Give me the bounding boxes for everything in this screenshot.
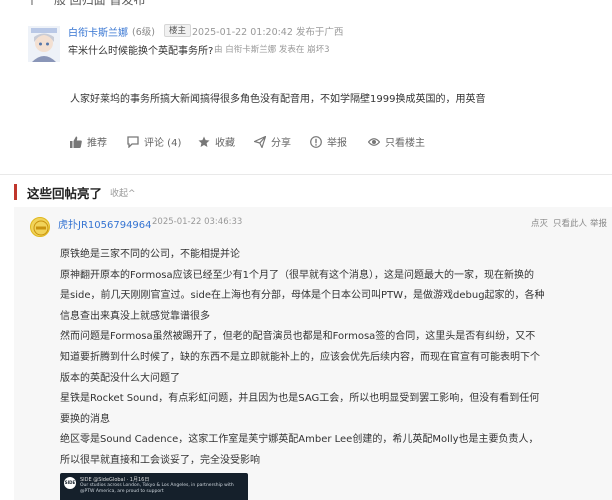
report-icon <box>310 135 322 148</box>
post-timestamp: 2025-01-22 01:20:42 发布于广西 <box>192 27 344 38</box>
reply-avatar[interactable] <box>30 217 50 237</box>
collapse-button[interactable]: 收起^ <box>110 186 136 199</box>
reply-line: 信息查出来真没上就感觉靠谱很多 <box>60 310 210 322</box>
downvote-button[interactable]: 点灭 <box>531 217 548 229</box>
report-label: 举报 <box>327 138 347 149</box>
post-body: 人家好莱坞的事务所搞大新闻搞得很多角色没有配音用，不如学隔壁1999换成英国的，… <box>70 94 486 105</box>
reply-report-button[interactable]: 举报 <box>590 217 607 229</box>
post-username[interactable]: 白衔卡斯兰娜 <box>68 24 128 39</box>
section-accent-bar <box>14 184 17 200</box>
reply-line: 原铁绝是三家不同的公司，不能相提并论 <box>60 249 240 260</box>
tweet-author: SIDE @SideGlobal · 1月16日 <box>80 477 150 483</box>
comment-button[interactable]: 评论 (4) <box>127 134 181 149</box>
reply-line: 版本的英配没什么大问题了 <box>60 372 180 384</box>
reply-timestamp: 2025-01-22 03:46:33 <box>152 217 243 227</box>
reply-line: 是side，前几天刚刚官宣过。side在上海也有分部，母体是个日本公司叫PTW，… <box>60 290 545 302</box>
share-icon <box>254 135 266 148</box>
hot-reply: 虎扑JR1056794964 2025-01-22 03:46:33 点灭 只看… <box>14 207 612 500</box>
share-button[interactable]: 分享 <box>254 134 291 149</box>
avatar[interactable] <box>28 26 60 62</box>
reply-body: 原铁绝是三家不同的公司，不能相提并论 原神翻开原本的Formosa应该已经至少有… <box>60 245 580 472</box>
comment-label: 评论 (4) <box>144 138 182 149</box>
favorite-label: 收藏 <box>215 138 235 149</box>
reply-line: 原神翻开原本的Formosa应该已经至少有1个月了（很早就有这个消息），这是问题… <box>60 269 535 281</box>
reply-username[interactable]: 虎扑JR1056794964 <box>58 216 152 231</box>
reply-line: 所以很早就直接和工会谈妥了，完全没受影响 <box>60 454 260 466</box>
user-level: (6级) <box>132 27 155 38</box>
op-only-label: 只看楼主 <box>385 138 425 149</box>
post-title: 牢米什么时候能换个英配事务所? <box>68 46 214 57</box>
hot-replies-header: 这些回帖亮了 收起^ <box>14 184 136 201</box>
recommend-button[interactable]: 推荐 <box>70 134 107 149</box>
reply-line: 绝区零是Sound Cadence，这家工作室是芙宁娜英配Amber Lee创建… <box>60 434 539 446</box>
star-icon <box>198 136 210 147</box>
section-title: 这些回帖亮了 <box>27 185 103 201</box>
embedded-tweet-image[interactable]: SIDE SIDE @SideGlobal · 1月16日 Our studio… <box>60 473 248 500</box>
top-fragment: 一个 一般 回归面 首发布 <box>0 0 612 10</box>
top-fragment-text: 一个 一般 回归面 首发布 <box>14 0 146 7</box>
reply-line: 然而问题是Formosa虽然被踢开了，但老的配音演员也都是和Formosa签的合… <box>60 331 536 343</box>
comment-icon <box>127 135 139 148</box>
share-label: 分享 <box>271 138 291 149</box>
favorite-button[interactable]: 收藏 <box>198 134 235 149</box>
side-logo: SIDE <box>64 477 76 489</box>
reply-line: 星铁是Rocket Sound，有点彩虹问题，并且因为也是SAG工会，所以也明显… <box>60 393 540 405</box>
section-divider <box>0 174 612 175</box>
post-source[interactable]: 由 白衔卡斯兰娜 发表在 崩坏3 <box>214 43 330 55</box>
reply-line: 知道要折腾到什么时候了，缺的东西不是立即就能补上的，应该会优先后续内容，而现在官… <box>60 351 540 363</box>
thumb-up-icon <box>70 136 82 148</box>
original-post: 白衔卡斯兰娜 (6级) 楼主 2025-01-22 01:20:42 发布于广西… <box>0 14 612 166</box>
op-only-button[interactable]: 只看楼主 <box>368 134 425 149</box>
tweet-text: Our studios across London, Tokyo & Los A… <box>80 483 234 494</box>
eye-icon <box>368 137 380 146</box>
only-this-user-button[interactable]: 只看此人 <box>553 217 587 229</box>
recommend-label: 推荐 <box>87 138 107 149</box>
report-button[interactable]: 举报 <box>310 134 347 149</box>
op-badge: 楼主 <box>164 24 192 37</box>
reply-line: 要换的消息 <box>60 413 110 425</box>
